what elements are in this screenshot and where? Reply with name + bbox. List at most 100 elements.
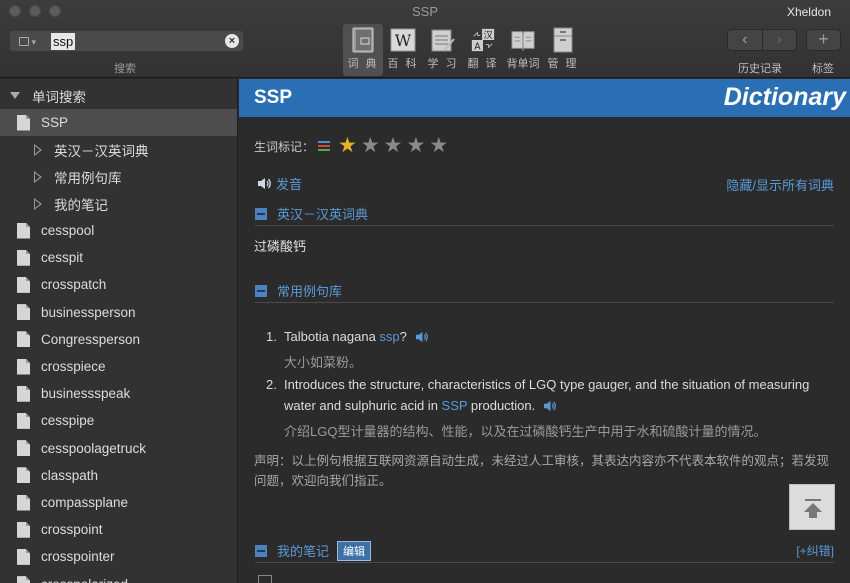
document-icon bbox=[17, 494, 30, 511]
sidebar-word-item[interactable]: cesspool bbox=[0, 217, 237, 244]
document-icon bbox=[17, 222, 30, 239]
speaker-icon bbox=[258, 178, 271, 189]
add-bookmark-button[interactable]: + bbox=[806, 29, 841, 51]
toolbar-translate-button[interactable]: 汉A 翻 译 bbox=[463, 24, 503, 76]
toolbar-manage-label: 管 理 bbox=[547, 58, 579, 70]
sidebar-group-examples[interactable]: 常用例句库 bbox=[0, 163, 237, 190]
collapse-icon[interactable] bbox=[255, 544, 267, 557]
user-name[interactable]: Xheldon bbox=[787, 5, 831, 19]
expand-right-icon[interactable] bbox=[34, 170, 42, 183]
star-icon[interactable]: ★ bbox=[338, 134, 357, 157]
scroll-to-top-button[interactable] bbox=[789, 484, 835, 530]
sidebar-word-item[interactable]: crosspolarized bbox=[0, 571, 237, 583]
definition-text: 过磷酸钙 bbox=[254, 239, 307, 254]
document-icon bbox=[17, 304, 30, 321]
sidebar-word-item[interactable]: crosspiece bbox=[0, 353, 237, 380]
search-input[interactable]: ssp bbox=[51, 33, 76, 50]
sidebar-word-item[interactable]: cesspoolagetruck bbox=[0, 435, 237, 462]
speaker-icon[interactable] bbox=[415, 328, 429, 349]
window-title: SSP bbox=[411, 4, 438, 19]
search-caption: 搜索 bbox=[114, 63, 136, 75]
example-item: 2. Introduces the structure, characteris… bbox=[266, 374, 826, 442]
toolbar-study-button[interactable]: 学 习 bbox=[423, 24, 463, 76]
sidebar-root-search[interactable]: 单词搜索 bbox=[0, 82, 237, 109]
sidebar-word-item[interactable]: crosspointer bbox=[0, 543, 237, 570]
collapse-icon[interactable] bbox=[255, 284, 267, 297]
vocab-tag-label: 生词标记： bbox=[254, 139, 315, 154]
edit-notes-button[interactable]: 编辑 bbox=[337, 540, 372, 561]
sidebar-word-label: crosspolarized bbox=[41, 577, 128, 583]
entry-banner: SSP Dictionary bbox=[239, 79, 850, 117]
sidebar-word-item[interactable]: businessperson bbox=[0, 299, 237, 326]
sidebar-word-item[interactable]: businessspeak bbox=[0, 380, 237, 407]
forward-chevron-icon[interactable]: › bbox=[761, 30, 796, 50]
document-icon bbox=[17, 385, 30, 402]
sidebar-item-current[interactable]: SSP bbox=[0, 109, 237, 136]
sidebar-word-item[interactable]: crosspoint bbox=[0, 516, 237, 543]
manage-cabinet-icon bbox=[550, 27, 576, 53]
document-icon bbox=[17, 412, 30, 429]
arrow-up-icon bbox=[809, 511, 817, 518]
entry-view: SSP Dictionary 生词标记： ★ ★ ★ ★ ★ 发音 隐藏/显示所有词典 … bbox=[239, 79, 850, 583]
sidebar-word-label: crosspiece bbox=[41, 359, 106, 374]
sidebar-word-item[interactable]: crosspatch bbox=[0, 271, 237, 298]
sidebar-word-label: classpath bbox=[41, 467, 99, 483]
example-translation: 介绍LGQ型计量器的结构、性能，以及在过磷酸钙生产中用于水和硫酸计量的情况。 bbox=[284, 424, 767, 439]
section-title: 我的笔记 bbox=[277, 544, 330, 559]
toolbar-encyclopedia-label: 百 科 bbox=[387, 58, 419, 70]
sidebar-word-label: cesspool bbox=[41, 223, 95, 238]
examples-disclaimer: 声明：以上例句根据互联网资源自动生成，未经过人工审核，其表达内容亦不代表本软件的… bbox=[254, 454, 830, 488]
document-icon bbox=[17, 358, 30, 375]
sidebar-word-label: crosspoint bbox=[41, 522, 103, 538]
keyword-link[interactable]: SSP bbox=[442, 398, 468, 413]
document-icon bbox=[17, 467, 30, 484]
sidebar-word-item[interactable]: cesspit bbox=[0, 244, 237, 271]
toolbar-dictionary-button[interactable]: 词 典 bbox=[343, 24, 383, 76]
document-icon bbox=[17, 276, 30, 293]
document-icon bbox=[17, 576, 30, 583]
sidebar-word-label: cesspoolagetruck bbox=[41, 440, 147, 456]
sidebar-group-dictionary[interactable]: 英汉－汉英词典 bbox=[0, 136, 237, 163]
toolbar-manage-button[interactable]: 管 理 bbox=[543, 24, 583, 76]
translate-icon: 汉A bbox=[470, 27, 496, 53]
search-box[interactable]: ▾ ssp × bbox=[9, 30, 244, 52]
sidebar-word-item[interactable]: Congressperson bbox=[0, 326, 237, 353]
example-sentence: Talbotia nagana ssp? 大小如菜粉。 bbox=[284, 326, 826, 373]
toolbar-vocabulary-button[interactable]: 背单词 bbox=[503, 24, 543, 76]
wikipedia-icon: W bbox=[390, 27, 416, 53]
expand-down-icon[interactable] bbox=[10, 92, 20, 99]
collapse-icon[interactable] bbox=[255, 207, 267, 220]
clear-search-icon[interactable]: × bbox=[225, 34, 239, 48]
sidebar-word-label: cesspipe bbox=[41, 413, 95, 429]
speaker-icon[interactable] bbox=[543, 397, 557, 418]
pronounce-button[interactable]: 发音 bbox=[257, 174, 302, 193]
star-icon[interactable]: ★ bbox=[384, 134, 403, 157]
section-notes-header[interactable]: 我的笔记 编辑 [+纠错] bbox=[255, 539, 834, 563]
expand-right-icon[interactable] bbox=[34, 143, 42, 156]
sidebar-group-notes[interactable]: 我的笔记 bbox=[0, 190, 237, 217]
example-text: production. bbox=[467, 398, 536, 413]
toolbar-encyclopedia-button[interactable]: W 百 科 bbox=[383, 24, 423, 76]
search-scope-dropdown[interactable]: ▾ bbox=[19, 37, 41, 47]
example-item: 1. Talbotia nagana ssp? 大小如菜粉。 bbox=[266, 326, 826, 373]
toggle-all-dictionaries-link[interactable]: 隐藏/显示所有词典 bbox=[726, 175, 834, 194]
sidebar-word-item[interactable]: classpath bbox=[0, 462, 237, 489]
expand-right-icon[interactable] bbox=[34, 197, 42, 210]
section-dictionary-header[interactable]: 英汉－汉英词典 bbox=[255, 202, 834, 226]
example-sentence: Introduces the structure, characteristic… bbox=[284, 374, 826, 442]
back-chevron-icon[interactable]: ‹ bbox=[728, 30, 762, 50]
star-icon[interactable]: ★ bbox=[361, 134, 380, 157]
star-icon[interactable]: ★ bbox=[429, 134, 448, 157]
report-error-link[interactable]: [+纠错] bbox=[796, 542, 834, 559]
sidebar-root-label: 单词搜索 bbox=[32, 89, 86, 105]
sidebar-word-label: businessperson bbox=[41, 304, 136, 320]
tag-list-icon[interactable] bbox=[318, 141, 331, 151]
section-examples-header[interactable]: 常用例句库 bbox=[255, 279, 834, 303]
note-edit-icon bbox=[258, 575, 272, 583]
sidebar-word-item[interactable]: cesspipe bbox=[0, 407, 237, 434]
toolbar-study-label: 学 习 bbox=[427, 58, 459, 70]
sidebar-word-item[interactable]: compassplane bbox=[0, 489, 237, 516]
toolbar-translate-label: 翻 译 bbox=[467, 58, 499, 70]
keyword-link[interactable]: ssp bbox=[379, 329, 399, 344]
star-icon[interactable]: ★ bbox=[407, 134, 426, 157]
